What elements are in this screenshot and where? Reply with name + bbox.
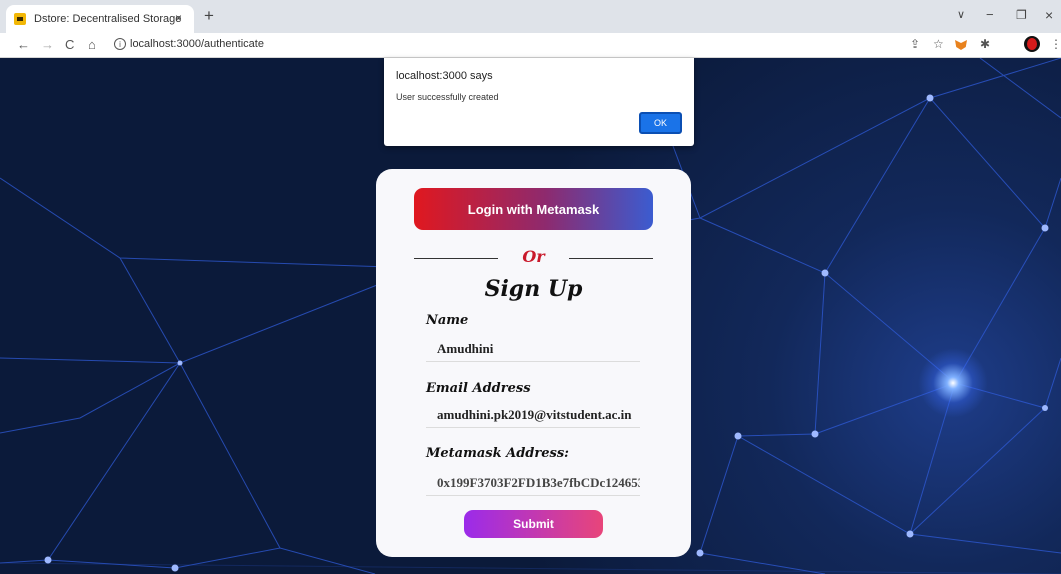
email-input[interactable] (426, 402, 640, 428)
tab-title: Dstore: Decentralised Storage (34, 13, 182, 25)
forward-button[interactable]: → (41, 37, 54, 52)
alert-message: User successfully created (396, 92, 499, 102)
signup-card: Login with Metamask Or Sign Up Name Emai… (376, 169, 691, 557)
browser-nav-bar: ← → C ⌂ i localhost:3000/authenticate ⇪ … (0, 33, 1061, 58)
address-bar[interactable]: localhost:3000/authenticate (130, 38, 264, 50)
browser-menu-icon[interactable]: ⋮ (1050, 37, 1061, 51)
browser-tab[interactable]: Dstore: Decentralised Storage × (6, 5, 194, 33)
tab-search-icon[interactable]: ∨ (957, 8, 965, 22)
profile-avatar[interactable] (1024, 36, 1040, 52)
bookmark-star-icon[interactable]: ☆ (933, 37, 944, 51)
alert-dialog: localhost:3000 says User successfully cr… (384, 58, 694, 146)
dstore-favicon-icon (14, 13, 26, 25)
minimize-button[interactable]: − (986, 8, 994, 22)
alert-title: localhost:3000 says (396, 70, 493, 82)
browser-tab-bar: Dstore: Decentralised Storage × + ∨ − ❐ … (0, 0, 1061, 33)
metamask-address-label: Metamask Address: (426, 446, 569, 461)
email-label: Email Address (426, 381, 531, 396)
submit-button[interactable]: Submit (464, 510, 603, 538)
login-with-metamask-button[interactable]: Login with Metamask (414, 188, 653, 230)
site-info-icon[interactable]: i (114, 38, 126, 50)
share-icon[interactable]: ⇪ (910, 37, 920, 51)
or-label: Or (522, 247, 545, 266)
alert-ok-button[interactable]: OK (639, 112, 682, 134)
tab-close-icon[interactable]: × (175, 11, 182, 25)
reload-button[interactable]: C (65, 37, 74, 52)
signup-title: Sign Up (484, 276, 583, 302)
name-label: Name (426, 313, 469, 328)
home-button[interactable]: ⌂ (88, 37, 96, 52)
metamask-address-input[interactable] (426, 470, 640, 496)
restore-button[interactable]: ❐ (1016, 8, 1027, 22)
name-input[interactable] (426, 336, 640, 362)
back-button[interactable]: ← (17, 37, 30, 52)
new-tab-button[interactable]: + (204, 6, 214, 26)
glowing-node (918, 348, 988, 418)
extensions-icon[interactable]: ✱ (980, 37, 990, 51)
metamask-fox-icon[interactable] (955, 40, 967, 50)
close-window-button[interactable]: × (1045, 8, 1053, 22)
